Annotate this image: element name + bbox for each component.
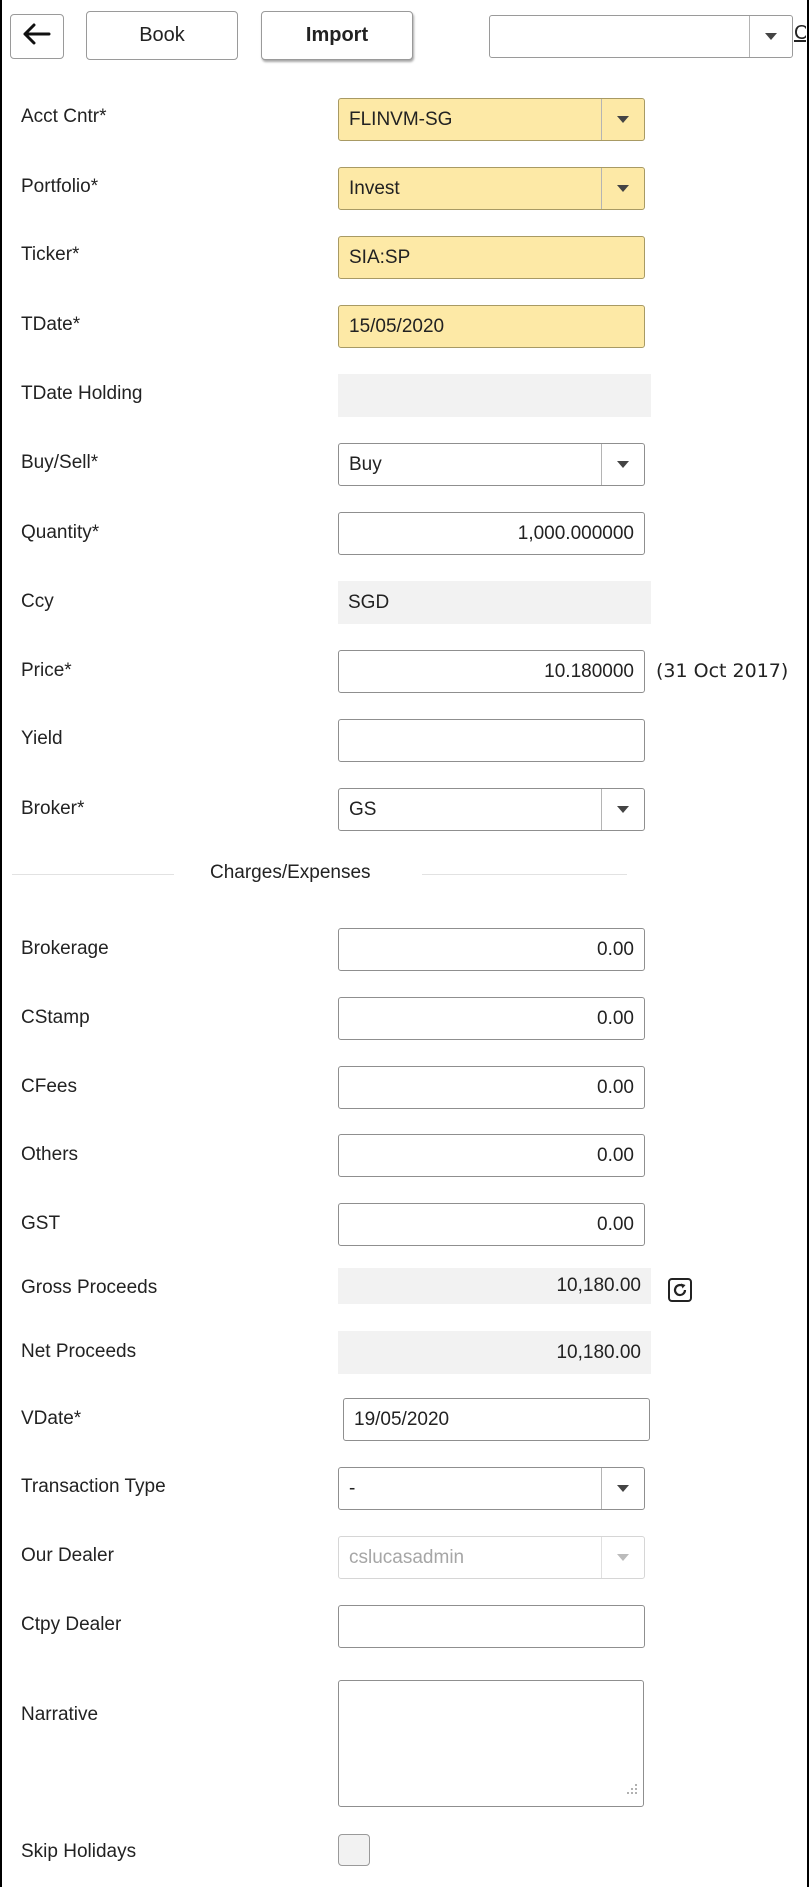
transaction-type-select[interactable]: - xyxy=(338,1467,645,1510)
tdate-label: TDate* xyxy=(21,314,81,335)
resize-grip-icon[interactable] xyxy=(626,1779,638,1801)
buy-sell-select[interactable]: Buy xyxy=(338,443,645,486)
back-button[interactable] xyxy=(10,14,64,59)
narrative-textarea[interactable] xyxy=(338,1680,644,1807)
chevron-down-icon xyxy=(601,444,644,485)
portfolio-label: Portfolio* xyxy=(21,176,99,197)
broker-label: Broker* xyxy=(21,798,85,819)
ticker-label: Ticker* xyxy=(21,244,80,265)
brokerage-input[interactable]: 0.00 xyxy=(338,928,645,971)
our-dealer-select: cslucasadmin xyxy=(338,1536,645,1579)
chevron-down-icon xyxy=(601,168,644,209)
price-label: Price* xyxy=(21,660,72,681)
refresh-button[interactable] xyxy=(668,1278,692,1302)
skip-holidays-checkbox[interactable] xyxy=(338,1834,370,1866)
section-title: Charges/Expenses xyxy=(210,862,371,883)
acct-cntr-label: Acct Cntr* xyxy=(21,106,107,127)
charges-section-header: Charges/Expenses xyxy=(0,860,650,888)
top-dropdown[interactable] xyxy=(489,15,793,58)
buy-sell-label: Buy/Sell* xyxy=(21,452,99,473)
tdate-input[interactable]: 15/05/2020 xyxy=(338,305,645,348)
gst-input[interactable]: 0.00 xyxy=(338,1203,645,1246)
ctpy-dealer-label: Ctpy Dealer xyxy=(21,1614,122,1635)
gross-proceeds-value: 10,180.00 xyxy=(338,1268,651,1304)
gross-proceeds-label: Gross Proceeds xyxy=(21,1277,158,1293)
cstamp-label: CStamp xyxy=(21,1007,90,1028)
refresh-icon xyxy=(672,1282,688,1298)
brokerage-label: Brokerage xyxy=(21,938,109,959)
ticker-input[interactable]: SIA:SP xyxy=(338,236,645,279)
ctpy-dealer-input[interactable] xyxy=(338,1605,645,1648)
acct-cntr-value: FLINVM-SG xyxy=(349,108,453,130)
quantity-label: Quantity* xyxy=(21,522,100,543)
yield-input[interactable] xyxy=(338,719,645,762)
window-border-left xyxy=(0,0,2,1887)
buy-sell-value: Buy xyxy=(349,453,382,475)
price-date-note: (31 Oct 2017) xyxy=(656,660,789,682)
vdate-input[interactable]: 19/05/2020 xyxy=(343,1398,650,1441)
skip-holidays-label: Skip Holidays xyxy=(21,1841,137,1862)
chevron-down-icon xyxy=(601,789,644,830)
tdate-holding-label: TDate Holding xyxy=(21,383,143,404)
narrative-label: Narrative xyxy=(21,1704,99,1725)
truncated-link[interactable]: C xyxy=(794,22,806,45)
vdate-label: VDate* xyxy=(21,1408,82,1429)
arrow-left-icon xyxy=(23,23,51,51)
chevron-down-icon xyxy=(601,99,644,140)
cstamp-input[interactable]: 0.00 xyxy=(338,997,645,1040)
our-dealer-label: Our Dealer xyxy=(21,1545,114,1566)
portfolio-select[interactable]: Invest xyxy=(338,167,645,210)
import-button[interactable]: Import xyxy=(261,11,413,60)
net-proceeds-label: Net Proceeds xyxy=(21,1341,137,1362)
book-button[interactable]: Book xyxy=(86,11,238,60)
chevron-down-icon xyxy=(601,1468,644,1509)
divider xyxy=(422,874,627,875)
broker-value: GS xyxy=(349,798,377,820)
cfees-label: CFees xyxy=(21,1076,77,1097)
others-input[interactable]: 0.00 xyxy=(338,1134,645,1177)
divider xyxy=(12,874,174,875)
ccy-value: SGD xyxy=(338,581,651,624)
ccy-label: Ccy xyxy=(21,591,54,612)
transaction-type-value: - xyxy=(349,1477,356,1499)
our-dealer-value: cslucasadmin xyxy=(349,1546,465,1568)
quantity-input[interactable]: 1,000.000000 xyxy=(338,512,645,555)
acct-cntr-select[interactable]: FLINVM-SG xyxy=(338,98,645,141)
portfolio-value: Invest xyxy=(349,177,400,199)
chevron-down-icon xyxy=(601,1537,644,1578)
net-proceeds-value: 10,180.00 xyxy=(338,1331,651,1374)
price-input[interactable]: 10.180000 xyxy=(338,650,645,693)
transaction-type-label: Transaction Type xyxy=(21,1476,166,1497)
gst-label: GST xyxy=(21,1213,61,1234)
yield-label: Yield xyxy=(21,728,63,749)
window-border-right xyxy=(807,0,809,1887)
broker-select[interactable]: GS xyxy=(338,788,645,831)
cfees-input[interactable]: 0.00 xyxy=(338,1066,645,1109)
others-label: Others xyxy=(21,1144,79,1165)
tdate-holding-value xyxy=(338,374,651,417)
chevron-down-icon xyxy=(749,16,792,57)
